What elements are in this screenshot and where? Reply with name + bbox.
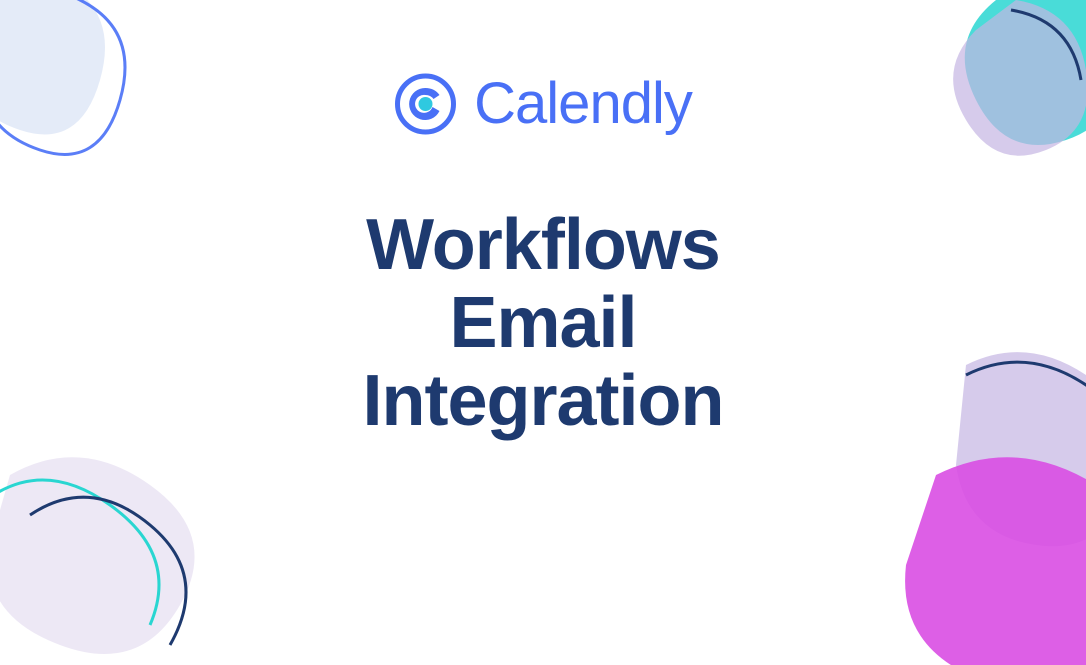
calendly-logo-icon (394, 73, 456, 135)
brand-name: Calendly (474, 70, 692, 137)
decoration-bottom-right (876, 325, 1086, 665)
decoration-top-right (916, 0, 1086, 220)
main-content: Calendly Workflows Email Integration (272, 70, 815, 440)
headline-line-1: Workflows Email (366, 205, 720, 363)
page-title: Workflows Email Integration (272, 207, 815, 440)
decoration-top-left (0, 0, 180, 240)
headline-line-2: Integration (363, 361, 724, 441)
brand-logo: Calendly (272, 70, 815, 137)
decoration-bottom-left (0, 395, 220, 655)
